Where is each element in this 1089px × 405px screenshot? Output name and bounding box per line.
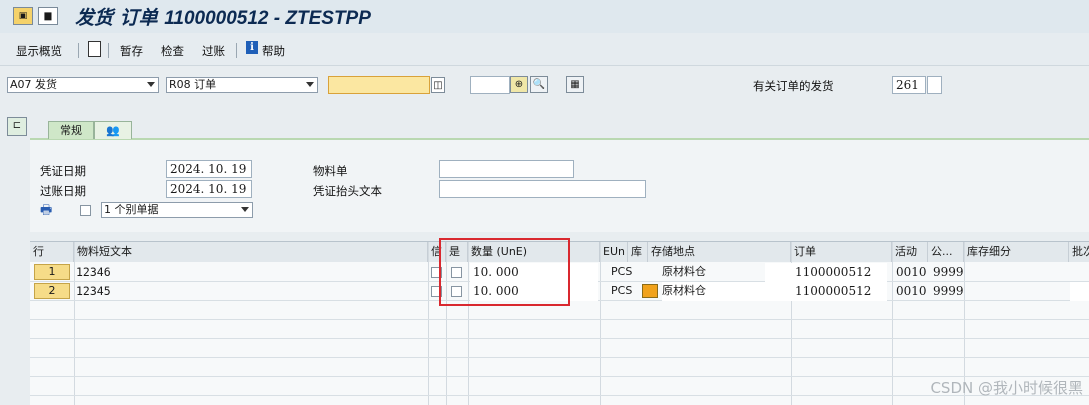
hold-button[interactable]: 暂存 <box>120 43 143 59</box>
row-selector[interactable]: 2 <box>34 283 70 299</box>
header-text-label: 凭证抬头文本 <box>313 184 382 198</box>
print-option-select[interactable]: 1 个别单据 <box>101 202 253 218</box>
tab-general[interactable]: 常规 <box>48 121 94 139</box>
printer-icon[interactable]: 🖶 <box>40 201 56 218</box>
col-material-text[interactable]: 物料短文本 <box>74 242 428 262</box>
doc-date-field[interactable]: 2024. 10. 19 <box>166 160 252 178</box>
find-icon[interactable]: 🔍 <box>530 76 548 93</box>
order-cell[interactable]: 1100000512 <box>765 263 887 282</box>
col-order[interactable]: 订单 <box>791 242 892 262</box>
post-date-field[interactable]: 2024. 10. 19 <box>166 180 252 198</box>
toolbar-separator <box>78 43 79 58</box>
quantity-highlight <box>439 238 570 306</box>
unit-cell[interactable]: PCS <box>611 282 637 301</box>
activity-cell[interactable]: 0010 <box>896 282 932 301</box>
reference-select[interactable]: R08 订单 <box>166 77 318 93</box>
col-batch[interactable]: 批次 <box>1069 242 1089 262</box>
check-button[interactable]: 检查 <box>161 43 184 59</box>
blank-input[interactable] <box>470 76 510 94</box>
display-overview-button[interactable]: 显示概览 <box>16 43 62 59</box>
col-storage-location[interactable]: 存储地点 <box>648 242 791 262</box>
plant-cell[interactable]: 9999 <box>933 282 965 301</box>
expand-header-icon[interactable]: ⊏ <box>7 117 27 136</box>
new-document-icon[interactable] <box>88 41 101 57</box>
chevron-down-icon <box>241 207 249 212</box>
title-number: 1100000512 <box>164 8 269 29</box>
partner-icon: 👥 <box>106 124 120 137</box>
tab-partner[interactable]: 👥 <box>94 121 132 139</box>
value-help-icon[interactable]: ◫ <box>431 77 445 93</box>
doc-date-label: 凭证日期 <box>40 164 86 178</box>
material-text-cell[interactable]: 12345 <box>76 282 426 301</box>
related-extra-field[interactable] <box>927 76 942 94</box>
page-title: 发货 订单 1100000512 - ZTESTPP <box>75 3 371 30</box>
post-date-label: 过账日期 <box>40 184 86 198</box>
toolbar-separator <box>236 43 237 58</box>
empty-row <box>30 320 1089 339</box>
window-icon[interactable]: ▆ <box>38 7 58 25</box>
activity-cell[interactable]: 0010 <box>896 263 932 282</box>
related-value-field[interactable]: 261 <box>892 76 926 94</box>
col-stock[interactable]: 库 <box>628 242 648 262</box>
calculator-icon[interactable]: ▦ <box>566 76 584 93</box>
order-number-input[interactable] <box>328 76 430 94</box>
chevron-down-icon <box>306 82 314 87</box>
row-selector[interactable]: 1 <box>34 264 70 280</box>
watermark: CSDN @我小时候很黑 <box>930 379 1083 397</box>
header-text-field[interactable] <box>439 180 646 198</box>
material-slip-label: 物料单 <box>313 164 348 178</box>
print-checkbox[interactable] <box>80 205 91 216</box>
application-toolbar: 显示概览 暂存 检查 过账 i 帮助 <box>0 33 1089 66</box>
print-option-value: 1 个别单据 <box>104 203 159 216</box>
post-button[interactable]: 过账 <box>202 43 225 59</box>
reference-select-value: R08 订单 <box>169 78 217 91</box>
help-button[interactable]: 帮助 <box>262 43 285 59</box>
material-text-cell[interactable]: 12346 <box>76 263 426 282</box>
chevron-down-icon <box>147 82 155 87</box>
title-prefix: 发货 订单 <box>75 7 165 29</box>
related-label: 有关订单的发货 <box>753 79 834 93</box>
empty-row <box>30 339 1089 358</box>
warehouse-icon[interactable] <box>642 284 658 298</box>
material-slip-field[interactable] <box>439 160 574 178</box>
toolbar-separator <box>108 43 109 58</box>
order-cell[interactable]: 1100000512 <box>765 282 887 301</box>
transaction-select[interactable]: A07 发货 <box>7 77 159 93</box>
col-plant[interactable]: 公... <box>928 242 964 262</box>
batch-cell[interactable] <box>1070 282 1089 301</box>
info-icon[interactable]: i <box>246 41 258 54</box>
execute-icon[interactable]: ⊕ <box>510 76 528 93</box>
title-bar: ▣ ▆ 发货 订单 1100000512 - ZTESTPP <box>0 0 1089 33</box>
col-line[interactable]: 行 <box>30 242 74 262</box>
empty-row <box>30 358 1089 377</box>
transaction-select-value: A07 发货 <box>10 78 58 91</box>
title-suffix: - ZTESTPP <box>268 8 371 29</box>
col-unit[interactable]: EUn <box>600 242 628 262</box>
unit-cell[interactable]: PCS <box>611 263 637 282</box>
menu-icon[interactable]: ▣ <box>13 7 33 25</box>
plant-cell[interactable]: 9999 <box>933 263 965 282</box>
col-activity[interactable]: 活动 <box>892 242 928 262</box>
col-stock-detail[interactable]: 库存细分 <box>964 242 1069 262</box>
